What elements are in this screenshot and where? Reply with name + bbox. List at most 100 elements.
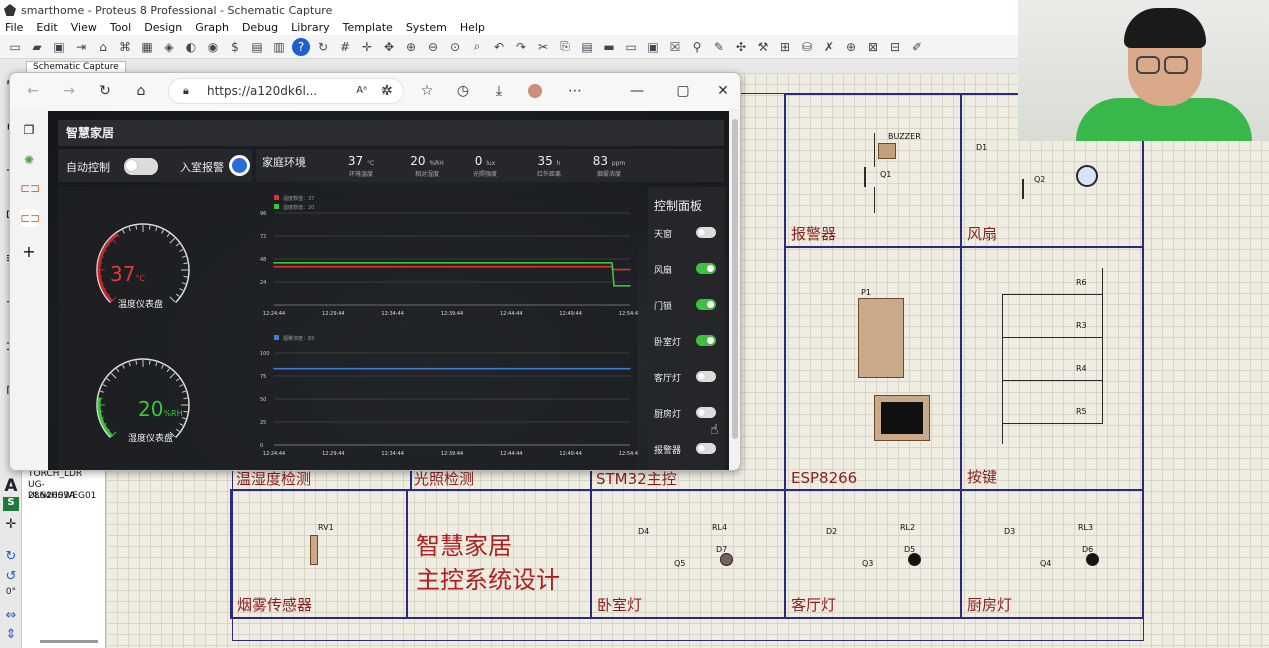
remove-sheet-icon[interactable]: ⊠ bbox=[864, 38, 882, 56]
control-switch[interactable] bbox=[696, 299, 716, 310]
maximize-icon[interactable]: ▢ bbox=[674, 82, 692, 100]
zoom-in-icon[interactable]: ⊕ bbox=[402, 38, 420, 56]
decompose-icon[interactable]: ⚒ bbox=[754, 38, 772, 56]
open-folder-icon[interactable]: ▰ bbox=[28, 38, 46, 56]
auto-control-switch[interactable] bbox=[124, 158, 158, 175]
sidebar-tab-icon[interactable]: ⊏⊐ bbox=[20, 179, 40, 197]
menu-item[interactable]: Graph bbox=[195, 21, 229, 34]
import-icon[interactable]: ⇥ bbox=[72, 38, 90, 56]
more-menu-icon[interactable]: ⋯ bbox=[566, 82, 584, 100]
redo-icon[interactable]: ↷ bbox=[512, 38, 530, 56]
device-list-scrollbar[interactable] bbox=[40, 640, 98, 643]
zoom-area-icon[interactable]: ⌕ bbox=[468, 38, 486, 56]
menu-item[interactable]: Help bbox=[460, 21, 485, 34]
reload-icon[interactable]: ↻ bbox=[96, 82, 114, 100]
menu-item[interactable]: File bbox=[5, 21, 23, 34]
menu-item[interactable]: Design bbox=[144, 21, 182, 34]
auto-control-label: 自动控制 bbox=[66, 161, 110, 174]
close-icon[interactable]: ✕ bbox=[714, 82, 732, 100]
grid-icon[interactable]: # bbox=[336, 38, 354, 56]
paste-icon[interactable]: ▤ bbox=[578, 38, 596, 56]
refresh-icon[interactable]: ↻ bbox=[314, 38, 332, 56]
vsm-icon[interactable]: ▤ bbox=[248, 38, 266, 56]
address-bar[interactable]: 🔒︎ https://a120dk6l... A͏ᵃ ☆ bbox=[168, 78, 404, 104]
new-file-icon[interactable]: ▭ bbox=[6, 38, 24, 56]
gauge-tick bbox=[169, 296, 176, 303]
cut-icon[interactable]: ✂ bbox=[534, 38, 552, 56]
wire-autorouter-icon[interactable]: ⊞ bbox=[776, 38, 794, 56]
x-tick-label: 12:44:44 bbox=[500, 451, 522, 457]
design-explorer-icon[interactable]: ◉ bbox=[204, 38, 222, 56]
browser-scrollbar[interactable] bbox=[729, 109, 740, 470]
zoom-out-icon[interactable]: ⊖ bbox=[424, 38, 442, 56]
notes-icon[interactable]: ▥ bbox=[270, 38, 288, 56]
rotate-ccw-icon[interactable]: ↺ bbox=[3, 569, 19, 584]
add-tab-icon[interactable]: + bbox=[20, 243, 38, 261]
menu-item[interactable]: Debug bbox=[242, 21, 278, 34]
control-switch[interactable] bbox=[696, 371, 716, 382]
control-switch[interactable] bbox=[696, 407, 716, 418]
control-switch[interactable] bbox=[696, 335, 716, 346]
copy-icon[interactable]: ⎘ bbox=[556, 38, 574, 56]
control-switch[interactable] bbox=[696, 227, 716, 238]
scroll-thumb[interactable] bbox=[732, 119, 738, 439]
block-copy-icon[interactable]: ▬ bbox=[600, 38, 618, 56]
rotate-cw-icon[interactable]: ↻ bbox=[3, 549, 19, 564]
annotate-icon[interactable]: ✐ bbox=[908, 38, 926, 56]
zoom-all-icon[interactable]: ⊙ bbox=[446, 38, 464, 56]
back-icon[interactable]: ← bbox=[24, 82, 42, 100]
mirror-y-icon[interactable]: ⇕ bbox=[3, 627, 19, 642]
forward-icon[interactable]: → bbox=[60, 82, 78, 100]
read-aloud-icon[interactable]: A͏ᵃ bbox=[356, 79, 367, 103]
make-device-icon[interactable]: ✎ bbox=[710, 38, 728, 56]
pick-device-icon[interactable]: ⚲ bbox=[688, 38, 706, 56]
property-tool-icon[interactable]: ✗ bbox=[820, 38, 838, 56]
block-move-icon[interactable]: ▭ bbox=[622, 38, 640, 56]
control-switch[interactable] bbox=[696, 443, 716, 454]
marker-mode-icon[interactable]: ✛ bbox=[3, 517, 19, 532]
gerber-icon[interactable]: ◐ bbox=[182, 38, 200, 56]
favorites-icon[interactable]: ☆ bbox=[418, 82, 436, 100]
block-rotate-icon[interactable]: ▣ bbox=[644, 38, 662, 56]
origin-icon[interactable]: ✛ bbox=[358, 38, 376, 56]
history-icon[interactable]: ◷ bbox=[454, 82, 472, 100]
intrusion-alarm-toggle[interactable] bbox=[229, 155, 250, 176]
sidebar-tab-active-icon[interactable]: ⊏⊐ bbox=[20, 209, 40, 227]
download-icon[interactable]: ⤓ bbox=[490, 82, 508, 100]
exit-parent-icon[interactable]: ⊟ bbox=[886, 38, 904, 56]
mirror-x-icon[interactable]: ⇔ bbox=[3, 608, 19, 623]
dashboard-header: 智慧家居 bbox=[58, 120, 724, 146]
bom-icon[interactable]: $ bbox=[226, 38, 244, 56]
help-icon[interactable]: ? bbox=[292, 37, 310, 56]
new-sheet-icon[interactable]: ⊕ bbox=[842, 38, 860, 56]
block-delete-icon[interactable]: ☒ bbox=[666, 38, 684, 56]
sidebar-app-icon[interactable]: ✺ bbox=[20, 151, 38, 169]
control-panel-title: 控制面板 bbox=[654, 199, 703, 213]
schematic-icon[interactable]: ⌘ bbox=[116, 38, 134, 56]
profile-avatar[interactable] bbox=[528, 84, 542, 98]
menu-item[interactable]: Template bbox=[343, 21, 393, 34]
control-switch[interactable] bbox=[696, 263, 716, 274]
menu-item[interactable]: Library bbox=[291, 21, 329, 34]
menu-item[interactable]: Edit bbox=[36, 21, 57, 34]
package-tool-icon[interactable]: ✣ bbox=[732, 38, 750, 56]
device-item[interactable]: ULN2003A bbox=[28, 491, 75, 502]
tab-actions-icon[interactable]: ❐ bbox=[20, 121, 38, 139]
control-label: 客厅灯 bbox=[654, 374, 682, 384]
minimize-icon[interactable]: — bbox=[628, 82, 646, 100]
home-icon[interactable]: ⌂ bbox=[94, 38, 112, 56]
menu-item[interactable]: System bbox=[406, 21, 447, 34]
extensions-icon[interactable]: ✲ bbox=[378, 82, 396, 100]
pcb-icon[interactable]: ▦ bbox=[138, 38, 156, 56]
menu-item[interactable]: View bbox=[71, 21, 97, 34]
menu-item[interactable]: Tool bbox=[110, 21, 131, 34]
undo-icon[interactable]: ↶ bbox=[490, 38, 508, 56]
pan-icon[interactable]: ✥ bbox=[380, 38, 398, 56]
home-icon[interactable]: ⌂ bbox=[132, 82, 150, 100]
mouse-cursor-icon: ☝ bbox=[710, 422, 719, 438]
search-tag-icon[interactable]: ⛁ bbox=[798, 38, 816, 56]
symbol-mode-icon[interactable]: S bbox=[3, 497, 19, 511]
save-icon[interactable]: ▣ bbox=[50, 38, 68, 56]
3d-icon[interactable]: ◈ bbox=[160, 38, 178, 56]
text-mode-icon[interactable]: A bbox=[3, 476, 19, 496]
